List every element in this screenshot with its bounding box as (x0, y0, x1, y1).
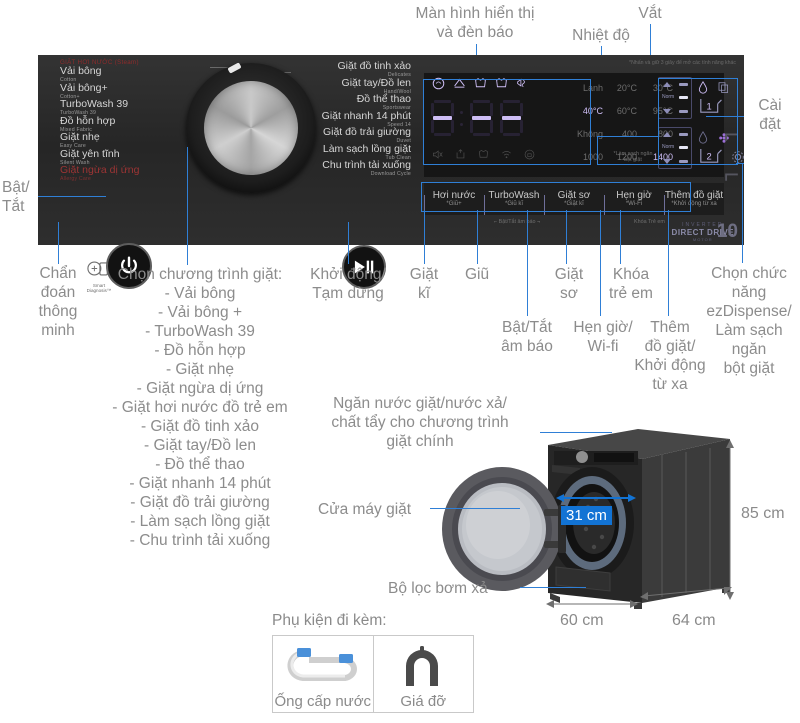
accessory-label: Giá đỡ (400, 693, 447, 710)
highlight-temp-spin (597, 136, 659, 165)
depth-arrow (640, 587, 732, 600)
leader-ez-dispense-h (736, 163, 744, 164)
program-delicates[interactable]: Giặt đồ tinh xảo Delicates (210, 60, 411, 78)
leader-settings (706, 116, 744, 117)
annotation-add-laundry: Thêm đồ giặt/ Khởi động từ xa (634, 319, 706, 393)
height-arrow (726, 440, 734, 600)
annotation-drain-filter: Bộ lọc bơm xả (388, 580, 488, 597)
leader-prewash (566, 210, 567, 264)
height-label: 85 cm (741, 505, 785, 522)
annotation-child-lock: Khóa trẻ em (609, 266, 653, 302)
annotation-settings: Cài đặt (758, 97, 782, 133)
temp-option-60[interactable]: 60°C (607, 100, 637, 123)
annotation-timer-wifi: Hẹn giờ/ Wi-fi (573, 319, 633, 355)
leader-add-laundry (668, 210, 669, 316)
annotation-start-pause: Khởi động/ Tạm dừng (310, 266, 386, 302)
temp-option-20[interactable]: 20°C (607, 77, 637, 100)
accessory-item-hose: Ống cấp nước (273, 636, 373, 712)
leader-drain-filter (520, 587, 586, 588)
accessories-box: Ống cấp nước Giá đỡ (272, 635, 474, 713)
water-hose-icon (287, 648, 357, 681)
annotation-smart-diagnosis: Chẩn đoán thông minh (38, 265, 78, 339)
depth-label: 64 cm (672, 612, 716, 629)
washing-machine-door[interactable] (440, 465, 580, 595)
leader-hold (477, 210, 478, 264)
annotation-sound-toggle: Bật/Tắt âm báo (501, 319, 553, 355)
width-label: 60 cm (560, 612, 604, 629)
leader-ez-dispense (742, 163, 743, 263)
panel-top-note: *Nhấn và giữ 3 giây để mở các tính năng … (629, 60, 736, 66)
program-selector-knob[interactable] (186, 62, 316, 193)
child-lock-note: Khóa Trẻ em (634, 219, 665, 225)
door-diameter-arrow (556, 494, 636, 502)
leader-child-lock (620, 210, 621, 264)
support-bracket-icon (405, 646, 438, 686)
leader-power (38, 196, 106, 197)
leader-door (430, 508, 520, 509)
annotation-hold: Giũ (464, 266, 490, 283)
warranty-years-badge: 10 (716, 221, 738, 242)
annotation-display-panel: Màn hình hiển thị và đèn báo (415, 5, 535, 41)
accessories-title: Phụ kiện đi kèm: (272, 612, 387, 629)
width-arrow (546, 600, 638, 608)
leader-spin (650, 24, 651, 58)
program-label-vn: Giặt đồ tinh xảo (337, 60, 411, 72)
annotation-dispenser-drawer: Ngăn nước giặt/nước xả/ chất tẩy cho chư… (331, 395, 509, 450)
annotation-temperature: Nhiệt độ (572, 27, 630, 44)
highlight-buttons (421, 182, 691, 212)
leader-smart-diagnosis (58, 222, 59, 264)
annotation-intensive-wash: Giặt kĩ (409, 266, 439, 302)
accessory-item-bracket: Giá đỡ (372, 636, 474, 712)
annotation-prewash: Giặt sơ (554, 266, 584, 302)
annotation-spin: Vắt (638, 5, 662, 22)
highlight-dispenser (658, 78, 738, 165)
leader-sound-toggle (527, 210, 528, 316)
annotation-ez-dispense: Chọn chức năng ezDispense/ Làm sạch ngăn… (706, 265, 792, 377)
annotation-program-select: Chọn chương trình giặt: - Vải bông - Vải… (112, 266, 288, 549)
leader-intensive-wash (424, 210, 425, 264)
annotation-door: Cửa máy giặt (318, 501, 412, 518)
annotation-power: Bật/ Tắt (2, 179, 30, 215)
leader-program-select (187, 147, 188, 265)
leader-start-pause (348, 222, 349, 264)
sound-toggle-note: ⌐ Bật/Tắt âm báo ¬ (494, 219, 541, 225)
accessory-label: Ống cấp nước (274, 693, 372, 710)
leader-dispenser-drawer (540, 432, 612, 433)
highlight-display (423, 79, 591, 165)
knob-inner-dial[interactable] (204, 81, 298, 175)
door-diameter-label: 31 cm (561, 506, 612, 525)
